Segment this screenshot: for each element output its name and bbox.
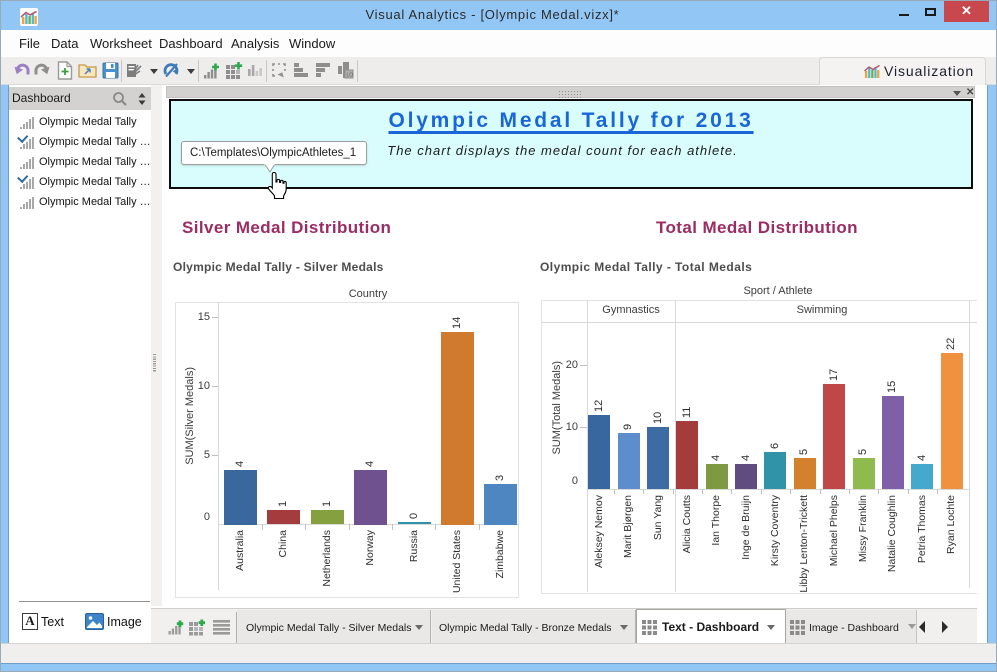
svg-text:LO: LO bbox=[347, 73, 354, 79]
